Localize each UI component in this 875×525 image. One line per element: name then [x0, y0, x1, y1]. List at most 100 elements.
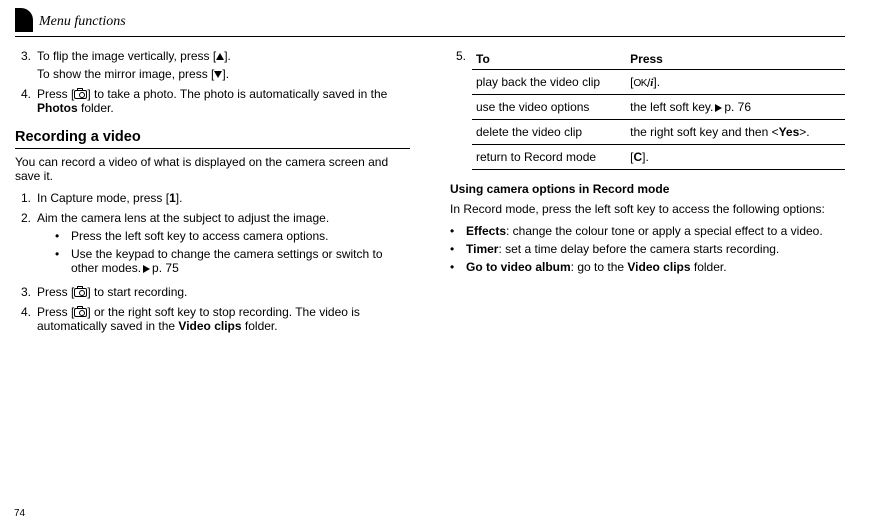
text: Press [ [37, 305, 74, 319]
cell-to: use the video options [472, 95, 626, 120]
text: folder. [242, 319, 278, 333]
record-step-4: 4. Press [] or the right soft key to sto… [15, 305, 410, 333]
camera-icon [74, 308, 87, 317]
step-body: Press [ ] to take a photo. The photo is a… [37, 87, 410, 115]
step-number: 4. [15, 87, 37, 115]
header-tab-decor [15, 8, 33, 32]
text: Aim the camera lens at the subject to ad… [37, 211, 329, 225]
option-effects: • Effects: change the colour tone or app… [450, 224, 845, 238]
page-ref: p. 76 [724, 100, 751, 114]
step-4: 4. Press [ ] to take a photo. The photo i… [15, 87, 410, 115]
heading-camera-options: Using camera options in Record mode [450, 182, 845, 196]
table-row: return to Record mode [C]. [472, 145, 845, 170]
intro-para: You can record a video of what is displa… [15, 155, 410, 183]
step-number: 3. [15, 49, 37, 81]
text: the right soft key and then < [630, 125, 778, 139]
option-name: Timer [466, 242, 498, 256]
step-3: 3. To flip the image vertically, press [… [15, 49, 410, 81]
option-go-to-album: • Go to video album: go to the Video cli… [450, 260, 845, 274]
table-row: delete the video clip the right soft key… [472, 120, 845, 145]
camera-icon [74, 288, 87, 297]
text: ]. [642, 150, 649, 164]
bullet-1: • Press the left soft key to access came… [55, 229, 410, 243]
bullet-icon: • [450, 260, 466, 274]
step-body: Press [] or the right soft key to stop r… [37, 305, 410, 333]
content-columns: 3. To flip the image vertically, press [… [15, 49, 845, 339]
right-column: 5. To Press play back the video clip [OK… [450, 49, 845, 339]
step-number: 3. [15, 285, 37, 299]
record-step-1: 1. In Capture mode, press [1]. [15, 191, 410, 205]
key-label: 1 [169, 191, 176, 205]
options-table: To Press play back the video clip [OK/i]… [472, 49, 845, 170]
text: : set a time delay before the camera sta… [498, 242, 779, 256]
cell-to: play back the video clip [472, 70, 626, 95]
text: the left soft key. [630, 100, 713, 114]
step-5: 5. To Press play back the video clip [OK… [450, 49, 845, 170]
bullet-icon: • [450, 242, 466, 256]
text: ]. [222, 67, 229, 81]
table-header-row: To Press [472, 49, 845, 70]
left-column: 3. To flip the image vertically, press [… [15, 49, 410, 339]
step-number: 2. [15, 211, 37, 279]
text: ] to take a photo. The photo is automati… [87, 87, 387, 101]
table-row: play back the video clip [OK/i]. [472, 70, 845, 95]
record-step-2: 2. Aim the camera lens at the subject to… [15, 211, 410, 279]
text: ]. [176, 191, 183, 205]
page-number: 74 [14, 508, 25, 519]
text: To show the mirror image, press [ [37, 67, 214, 81]
text: In Capture mode, press [ [37, 191, 169, 205]
table-row: use the video options the left soft key.… [472, 95, 845, 120]
record-step-3: 3. Press [ ] to start recording. [15, 285, 410, 299]
ok-icon: OK [634, 78, 647, 89]
text: ]. [224, 49, 231, 63]
option-name: Go to video album [466, 260, 571, 274]
bullet-2: • Use the keypad to change the camera se… [55, 247, 410, 275]
cell-press: [C]. [626, 145, 845, 170]
step-body: Aim the camera lens at the subject to ad… [37, 211, 410, 279]
bullet-icon: • [55, 247, 71, 275]
camera-icon [74, 90, 87, 99]
page-ref: p. 75 [152, 261, 179, 275]
text: ]. [653, 75, 660, 89]
text: ] to start recording. [87, 285, 187, 299]
option-text: Effects: change the colour tone or apply… [466, 224, 823, 238]
step-body: In Capture mode, press [1]. [37, 191, 410, 205]
option-text: Timer: set a time delay before the camer… [466, 242, 779, 256]
cell-press: the left soft key. p. 76 [626, 95, 845, 120]
cell-to: return to Record mode [472, 145, 626, 170]
cell-to: delete the video clip [472, 120, 626, 145]
text: Press [ [37, 285, 74, 299]
text: >. [799, 125, 809, 139]
col-to: To [472, 49, 626, 70]
text: Press [ [37, 87, 74, 101]
arrow-right-icon [143, 265, 150, 273]
step-number: 4. [15, 305, 37, 333]
option-name: Effects [466, 224, 506, 238]
text: folder. [78, 101, 114, 115]
col-press: Press [626, 49, 845, 70]
page-header: Menu functions [15, 10, 845, 37]
step-number: 1. [15, 191, 37, 205]
step-body: Press [ ] to start recording. [37, 285, 410, 299]
section-title: Menu functions [39, 14, 126, 30]
arrow-right-icon [715, 104, 722, 112]
bullet-icon: • [450, 224, 466, 238]
step-body: To Press play back the video clip [OK/i]… [472, 49, 845, 170]
cell-press: the right soft key and then <Yes>. [626, 120, 845, 145]
text: folder. [691, 260, 727, 274]
folder-name: Video clips [627, 260, 690, 274]
up-icon [216, 53, 224, 60]
heading-recording-video: Recording a video [15, 129, 410, 149]
text: To flip the image vertically, press [ [37, 49, 216, 63]
key-label: C [634, 150, 643, 164]
step-number: 5. [450, 49, 472, 170]
text: : go to the [571, 260, 628, 274]
cell-press: [OK/i]. [626, 70, 845, 95]
slash-icon: / [647, 76, 650, 90]
bullet-text: Press the left soft key to access camera… [71, 229, 328, 243]
intro-para: In Record mode, press the left soft key … [450, 202, 845, 216]
bullet-icon: • [55, 229, 71, 243]
text: : change the colour tone or apply a spec… [506, 224, 823, 238]
bullet-text: Use the keypad to change the camera sett… [71, 247, 410, 275]
folder-name: Photos [37, 101, 78, 115]
